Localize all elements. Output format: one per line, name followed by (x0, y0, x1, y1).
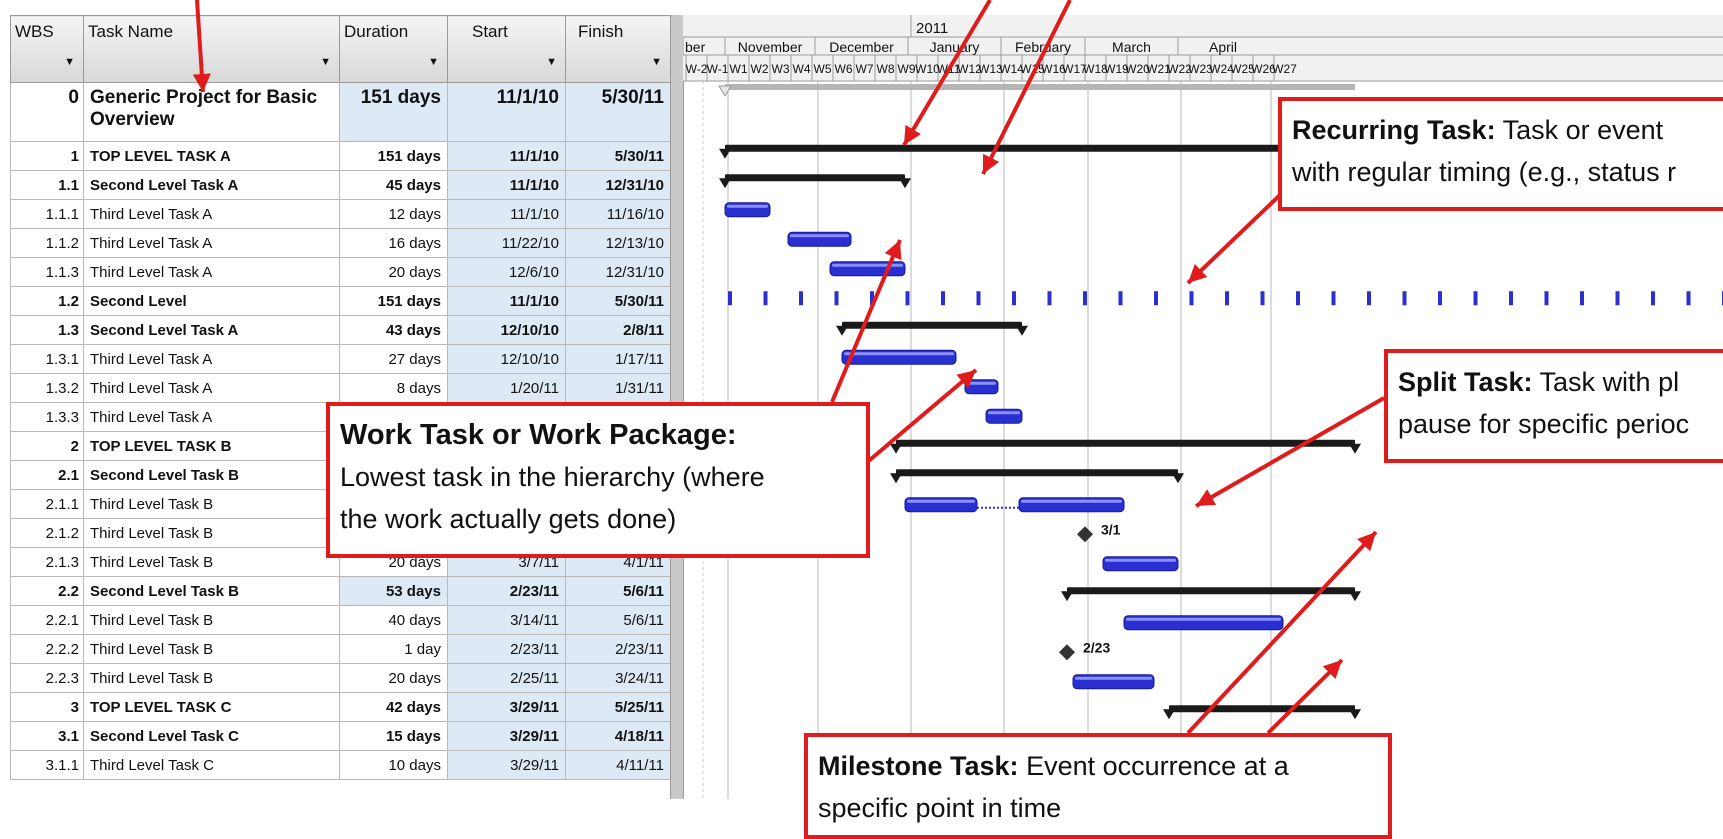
callout-title: Milestone Task: (818, 751, 1019, 781)
pointer-line (830, 239, 902, 403)
callout-text: with regular timing (e.g., status r (1292, 157, 1677, 187)
callout-title: Recurring Task: (1292, 115, 1496, 145)
callout-text: Lowest task in the hierarchy (where (340, 462, 765, 492)
pointer-line (981, 0, 1072, 175)
callout-title: Split Task: (1398, 367, 1533, 397)
callout-split-task: Split Task: Task with pl pause for speci… (1384, 349, 1723, 463)
pointer-line (1186, 530, 1378, 735)
pointer-line (902, 0, 992, 147)
pointer-arrowhead (192, 73, 211, 92)
callout-text: pause for specific perioc (1398, 409, 1690, 439)
callout-text: Task with pl (1532, 367, 1680, 397)
callout-milestone-task: Milestone Task: Event occurrence at a sp… (804, 733, 1392, 839)
pointer-line (1195, 396, 1385, 508)
callout-recurring-task: Recurring Task: Task or event with regul… (1278, 97, 1723, 211)
pointer-line (1186, 193, 1282, 285)
callout-text: Task or event (1495, 115, 1664, 145)
callout-text: specific point in time (818, 793, 1062, 823)
callout-work-task: Work Task or Work Package: Lowest task i… (326, 402, 870, 558)
callout-text: the work actually gets done) (340, 504, 677, 534)
callout-title: Work Task or Work Package: (340, 419, 737, 451)
pointer-line (850, 368, 978, 477)
callout-text: Event occurrence at a (1018, 751, 1289, 781)
